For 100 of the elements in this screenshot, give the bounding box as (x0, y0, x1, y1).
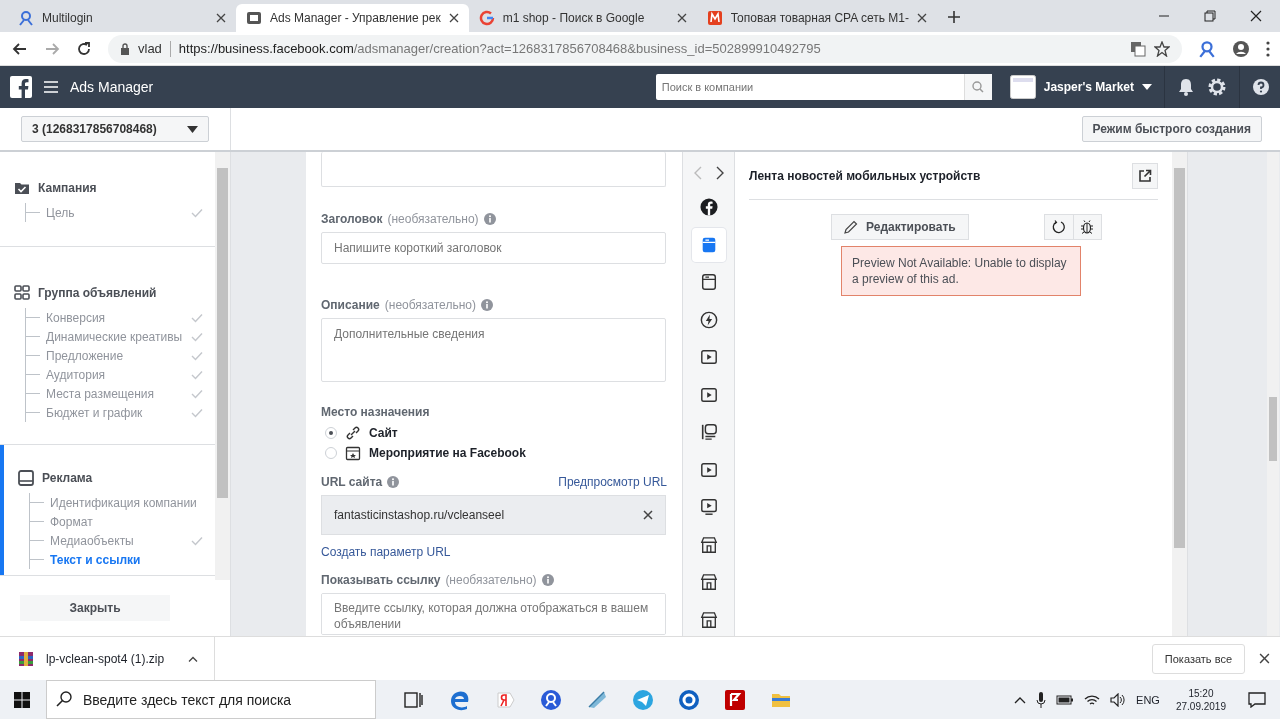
settings-icon[interactable] (1207, 77, 1227, 97)
account-dropdown[interactable]: 3 (1268317856708468) (21, 116, 209, 142)
field-label: URL сайта (321, 475, 383, 489)
quick-create-button[interactable]: Режим быстрого создания (1081, 116, 1262, 142)
close-icon[interactable] (1250, 10, 1262, 22)
person-icon (18, 10, 34, 26)
field-label: Место назначения (321, 405, 430, 419)
ring-icon[interactable] (678, 688, 700, 711)
preview-title: Лента новостей мобильных устройств (749, 168, 981, 183)
microphone-icon[interactable] (1036, 691, 1047, 708)
speaker-icon[interactable] (1110, 692, 1127, 707)
bug-icon (1080, 220, 1095, 234)
paper-plane-icon[interactable] (632, 688, 654, 711)
person-icon[interactable] (1198, 39, 1216, 58)
refresh-icon (1051, 220, 1066, 234)
url-input[interactable]: fantasticinstashop.ru/vcleanseel (321, 495, 666, 535)
account-icon[interactable] (1232, 39, 1250, 58)
error-message: Preview Not Available: Unable to display a preview of this ad. (841, 246, 1081, 296)
notifications-icon[interactable] (1248, 691, 1266, 708)
bell-icon[interactable] (1177, 78, 1195, 96)
lock-icon (120, 42, 130, 55)
section-title[interactable]: Кампания (38, 181, 97, 195)
section-title[interactable]: Группа объявлений (38, 286, 157, 300)
scrollbar[interactable] (1172, 152, 1187, 636)
info-icon[interactable] (387, 476, 400, 488)
back-icon[interactable] (12, 40, 28, 57)
optional-note: (необязательно) (387, 212, 479, 226)
field-label: Заголовок (321, 212, 383, 226)
browser-tab[interactable]: Ads Manager - Управление рек (236, 4, 469, 32)
show-all-button[interactable]: Показать все (1151, 643, 1245, 674)
scrollbar[interactable] (1267, 152, 1279, 636)
facebook-logo-icon[interactable] (10, 76, 32, 98)
open-external-button[interactable] (1132, 162, 1158, 189)
lightning-icon (699, 310, 718, 329)
storefront-icon (699, 573, 718, 591)
menu-icon[interactable] (44, 81, 58, 93)
create-url-parameter-link[interactable]: Создать параметр URL (321, 545, 451, 559)
clock[interactable]: 15:20 27.09.2019 (1175, 686, 1226, 713)
optional-note: (необязательно) (445, 573, 537, 587)
option-label[interactable]: Мероприятие на Facebook (369, 446, 526, 460)
reload-icon[interactable] (76, 40, 92, 57)
clear-icon[interactable] (643, 510, 653, 520)
chevron-right-icon[interactable] (715, 166, 724, 180)
help-icon[interactable] (1252, 78, 1270, 96)
facebook-icon (699, 198, 718, 216)
translate-icon[interactable] (1130, 40, 1146, 57)
browser-tab[interactable]: Multilogin (8, 4, 236, 32)
radio-button[interactable] (325, 447, 337, 459)
preview-url-link[interactable]: Предпросмотр URL (558, 475, 667, 489)
section-title[interactable]: Реклама (42, 471, 93, 485)
info-icon[interactable] (483, 213, 496, 225)
refresh-button[interactable] (1044, 215, 1073, 239)
search-field[interactable]: Поиск в компании (655, 74, 964, 100)
app-title: Ads Manager (70, 79, 154, 95)
close-icon[interactable] (1259, 653, 1270, 664)
scrollbar[interactable] (215, 152, 230, 580)
star-icon[interactable] (1154, 40, 1170, 57)
close-icon[interactable] (448, 13, 459, 23)
search-icon (56, 691, 72, 707)
sidebar-item[interactable]: Текст и ссылки (50, 552, 141, 567)
chevron-up-icon[interactable] (1014, 695, 1027, 704)
close-icon[interactable] (916, 13, 927, 23)
info-icon[interactable] (541, 574, 554, 586)
folder-check-icon (14, 180, 30, 196)
windows-start-icon[interactable] (14, 691, 30, 708)
link-icon (345, 425, 361, 441)
tab-title: Multilogin (42, 11, 94, 25)
text-area[interactable]: Дополнительные сведения (321, 318, 666, 382)
browser-tab[interactable]: m1 shop - Поиск в Google (468, 4, 697, 32)
search-icon[interactable] (972, 81, 985, 93)
phone-feed-icon (699, 273, 718, 291)
browser-tab[interactable]: Топовая товарная CPA сеть M1- (696, 4, 937, 32)
info-icon[interactable] (480, 299, 493, 311)
language-indicator[interactable]: ENG (1136, 693, 1160, 706)
restore-icon[interactable] (1204, 10, 1216, 22)
url-text: https://business.facebook.com/adsmanager/creation?act=1268317856708468&business_id=502899910492795 (178, 41, 821, 56)
option-label[interactable]: Сайт (369, 426, 398, 440)
person-icon[interactable] (540, 688, 562, 711)
close-button[interactable]: Закрыть (20, 595, 170, 621)
taskbar-search-field[interactable]: Введите здесь текст для поиска (46, 680, 376, 719)
chevron-up-icon (188, 655, 199, 662)
text-area[interactable]: Введите ссылку, которая должна отображаться в вашем объявлении (321, 593, 666, 635)
edit-button[interactable]: Редактировать (831, 214, 969, 240)
radio-button[interactable] (325, 427, 337, 439)
play-icon (699, 460, 718, 479)
tablet-icon (18, 470, 34, 486)
filezilla-icon[interactable] (724, 688, 746, 711)
new-tab-icon[interactable] (946, 10, 961, 24)
google-icon (478, 10, 495, 26)
more-icon[interactable] (1266, 40, 1270, 57)
field-label: Описание (321, 298, 380, 312)
close-icon[interactable] (676, 13, 687, 23)
close-icon[interactable] (216, 13, 226, 23)
url-field[interactable]: vlad https://business.facebook.com/adsmanager/creation?act=1268317856708468&business_id=502899910492795 (108, 34, 1182, 63)
report-bug-button[interactable] (1072, 215, 1101, 239)
text-input[interactable]: Напишите короткий заголовок (321, 232, 666, 264)
account-switcher[interactable]: Jasper's Market (1009, 75, 1152, 99)
battery-icon[interactable] (1056, 693, 1075, 706)
caret-icon (1142, 84, 1152, 90)
caret-icon (187, 125, 198, 133)
